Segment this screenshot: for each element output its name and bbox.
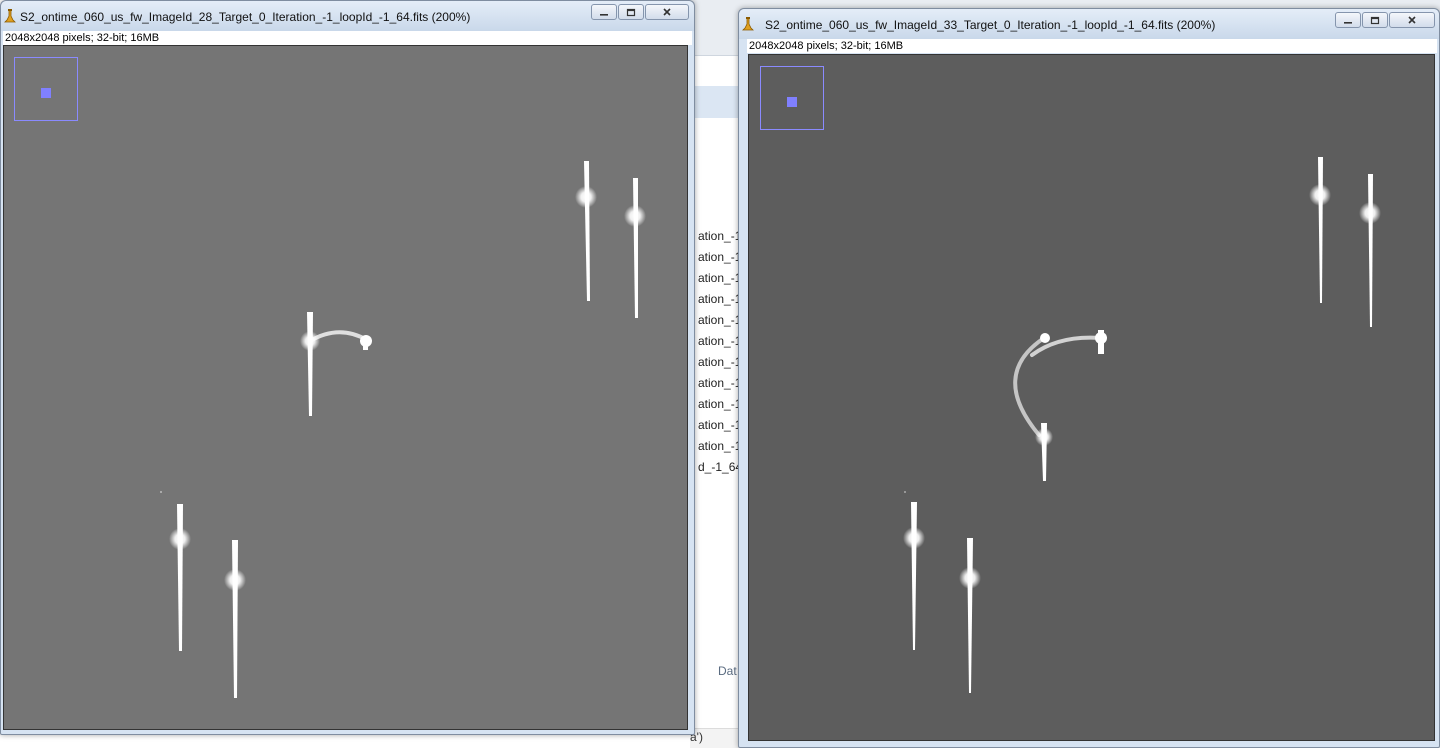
image-canvas[interactable] [748,54,1435,741]
star-field-image [903,157,1381,693]
background-date-label: Dat [718,664,737,678]
maximize-button[interactable] [618,4,644,20]
close-button[interactable] [1389,12,1435,28]
image-canvas[interactable] [3,45,688,730]
window-title: S2_ontime_060_us_fw_ImageId_33_Target_0_… [765,18,1216,32]
image-info: 2048x2048 pixels; 32-bit; 16MB [3,31,692,45]
navigator-viewport[interactable] [787,97,797,107]
image-window-33[interactable]: S2_ontime_060_us_fw_ImageId_33_Target_0_… [738,8,1440,748]
maximize-button[interactable] [1362,12,1388,28]
image-window-28[interactable]: S2_ontime_060_us_fw_ImageId_28_Target_0_… [0,0,695,735]
star-arc [300,312,372,416]
navigator-viewport[interactable] [41,88,51,98]
star [224,540,246,698]
star [1359,174,1381,327]
zoom-navigator[interactable] [14,57,78,121]
maximize-icon [1370,16,1380,24]
imagej-microscope-icon [742,17,754,31]
window-title: S2_ontime_060_us_fw_ImageId_28_Target_0_… [20,10,471,24]
minimize-button[interactable] [591,4,617,20]
star [903,502,925,650]
window-titlebar[interactable]: S2_ontime_060_us_fw_ImageId_33_Target_0_… [739,9,1439,39]
maximize-icon [626,8,636,16]
star [575,161,597,301]
close-icon [1408,16,1416,24]
zoom-navigator[interactable] [760,66,824,130]
star [169,504,191,651]
star-field-image [160,161,646,698]
minimize-button[interactable] [1335,12,1361,28]
close-button[interactable] [645,4,689,20]
close-icon [663,8,671,16]
star-arc [1013,330,1107,481]
star [959,538,981,693]
imagej-microscope-icon [4,9,16,23]
star [1309,157,1331,303]
minimize-icon [600,14,608,16]
star [624,178,646,318]
minimize-icon [1344,22,1352,24]
background-panel [690,86,740,118]
window-titlebar[interactable]: S2_ontime_060_us_fw_ImageId_28_Target_0_… [1,1,694,31]
image-info: 2048x2048 pixels; 32-bit; 16MB [747,39,1437,53]
